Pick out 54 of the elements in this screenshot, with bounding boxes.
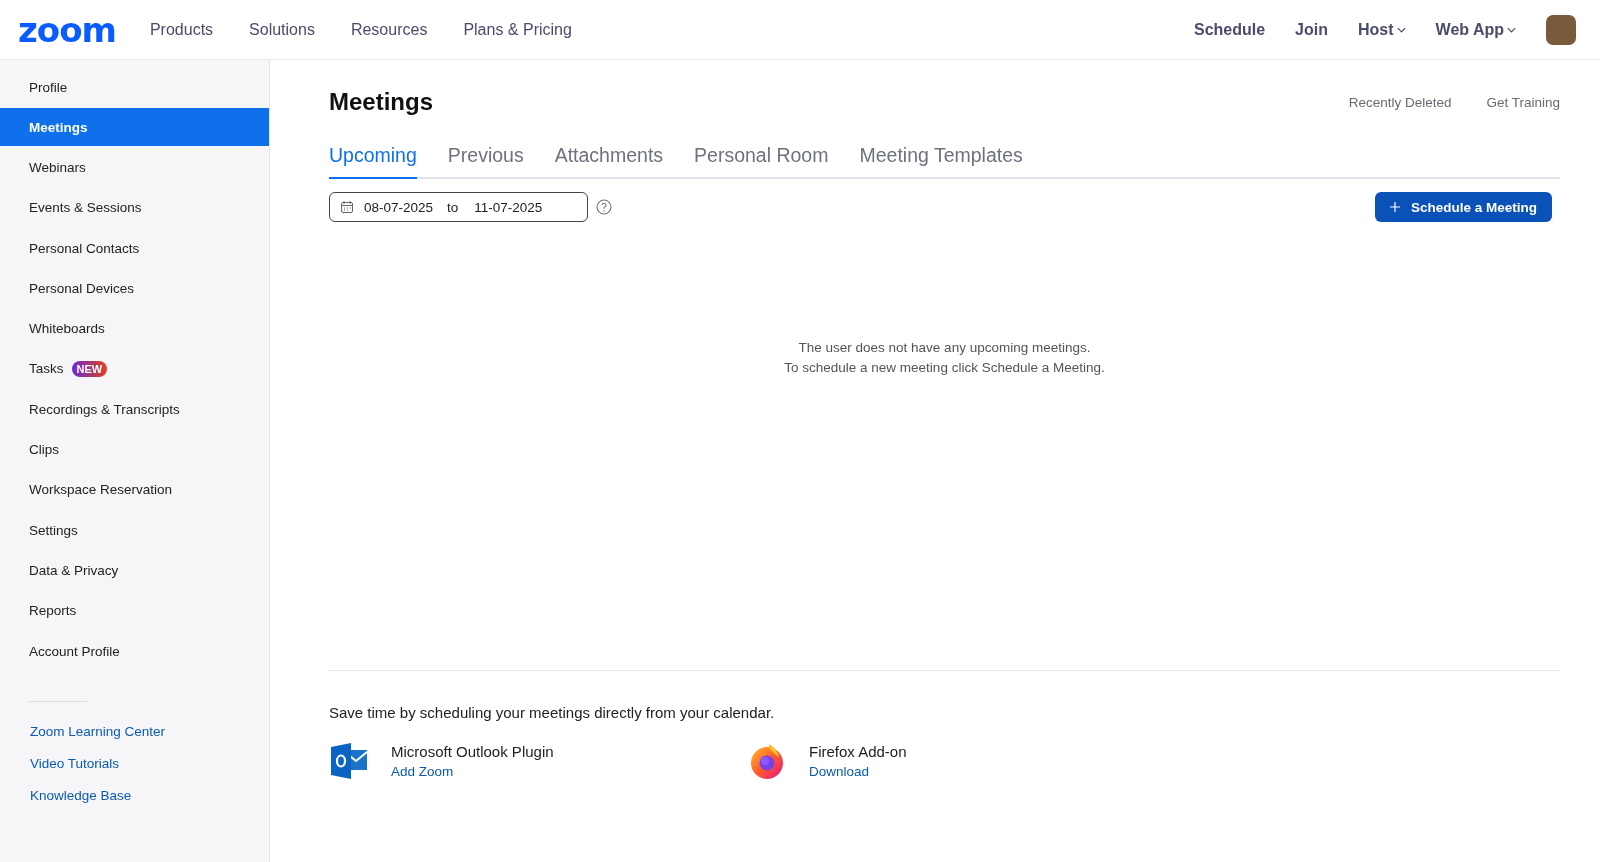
page-link[interactable]: Recently Deleted xyxy=(1348,94,1452,110)
sidebar-item[interactable]: Meetings xyxy=(0,108,269,147)
plugin-name: Microsoft Outlook Plugin xyxy=(391,743,554,760)
tab[interactable]: Personal Room xyxy=(694,144,829,179)
help-link[interactable]: Zoom Learning Center xyxy=(30,724,269,740)
sidebar-item[interactable]: Whiteboards xyxy=(0,308,269,349)
header-link[interactable]: Host xyxy=(1358,20,1406,39)
sidebar-item[interactable]: Reports xyxy=(0,590,269,631)
mail-icon xyxy=(329,741,369,781)
sidebar-item[interactable]: Account Profile xyxy=(0,630,269,672)
end-date: 11-07-2025 xyxy=(474,199,543,215)
date-separator: to xyxy=(447,199,459,215)
header-link[interactable]: Join xyxy=(1295,20,1328,39)
avatar-placeholder[interactable] xyxy=(1546,14,1576,45)
sidebar-item[interactable]: Personal Contacts xyxy=(0,227,269,269)
sidebar-item-label: Tasks xyxy=(29,361,64,377)
sidebar-item[interactable]: Settings xyxy=(0,509,269,551)
start-date: 08-07-2025 xyxy=(364,199,434,215)
date-range-field[interactable]: 08-07-2025 to 11-07-2025 xyxy=(329,192,588,222)
plus-icon xyxy=(1389,202,1400,212)
sidebar-item[interactable]: Profile xyxy=(0,67,269,108)
plugin-link[interactable]: Download xyxy=(809,764,907,779)
calendar-icon xyxy=(340,200,354,214)
help-link[interactable]: Knowledge Base xyxy=(30,788,269,804)
page-title: Meetings xyxy=(329,88,433,116)
sidebar-item[interactable]: Data & Privacy xyxy=(0,550,269,591)
sidebar-item[interactable]: Workspace Reservation xyxy=(0,469,269,510)
zoom-logo[interactable]: zoom xyxy=(18,12,116,47)
nav-link[interactable]: Products xyxy=(149,20,214,39)
sidebar-item[interactable]: Events & Sessions xyxy=(0,187,269,228)
empty-message: To schedule a new meeting click Schedule a Meeting. xyxy=(784,360,1105,375)
nav-link[interactable]: Resources xyxy=(350,20,428,39)
schedule-meeting-button[interactable]: Schedule a Meeting xyxy=(1374,192,1552,222)
empty-message: The user does not have any upcoming meetings. xyxy=(798,340,1091,355)
header-link[interactable]: Web App xyxy=(1435,20,1516,39)
header-link[interactable]: Schedule xyxy=(1193,20,1266,39)
calendar-note: Save time by scheduling your meetings directly from your calendar. xyxy=(329,704,776,721)
plugin-link[interactable]: Add Zoom xyxy=(391,764,554,779)
sidebar-item[interactable]: Clips xyxy=(0,429,269,470)
sidebar-item[interactable]: Personal Devices xyxy=(0,268,269,309)
sidebar-item[interactable]: Tasks NEW xyxy=(0,348,269,390)
tab[interactable]: Upcoming xyxy=(329,144,417,179)
page-link[interactable]: Get Training xyxy=(1486,94,1560,110)
tab[interactable]: Attachments xyxy=(554,144,664,179)
plugin-name: Firefox Add-on xyxy=(809,743,907,760)
sidebar-item[interactable]: Recordings & Transcripts xyxy=(0,389,269,430)
help-link[interactable]: Video Tutorials xyxy=(30,756,269,772)
tab[interactable]: Previous xyxy=(447,144,524,179)
nav-link[interactable]: Plans & Pricing xyxy=(463,20,572,39)
sidebar-item[interactable]: Webinars xyxy=(0,147,269,188)
new-badge: NEW xyxy=(71,360,108,377)
nav-link[interactable]: Solutions xyxy=(249,20,315,39)
help-icon[interactable] xyxy=(596,199,612,215)
tab[interactable]: Meeting Templates xyxy=(859,144,1023,179)
